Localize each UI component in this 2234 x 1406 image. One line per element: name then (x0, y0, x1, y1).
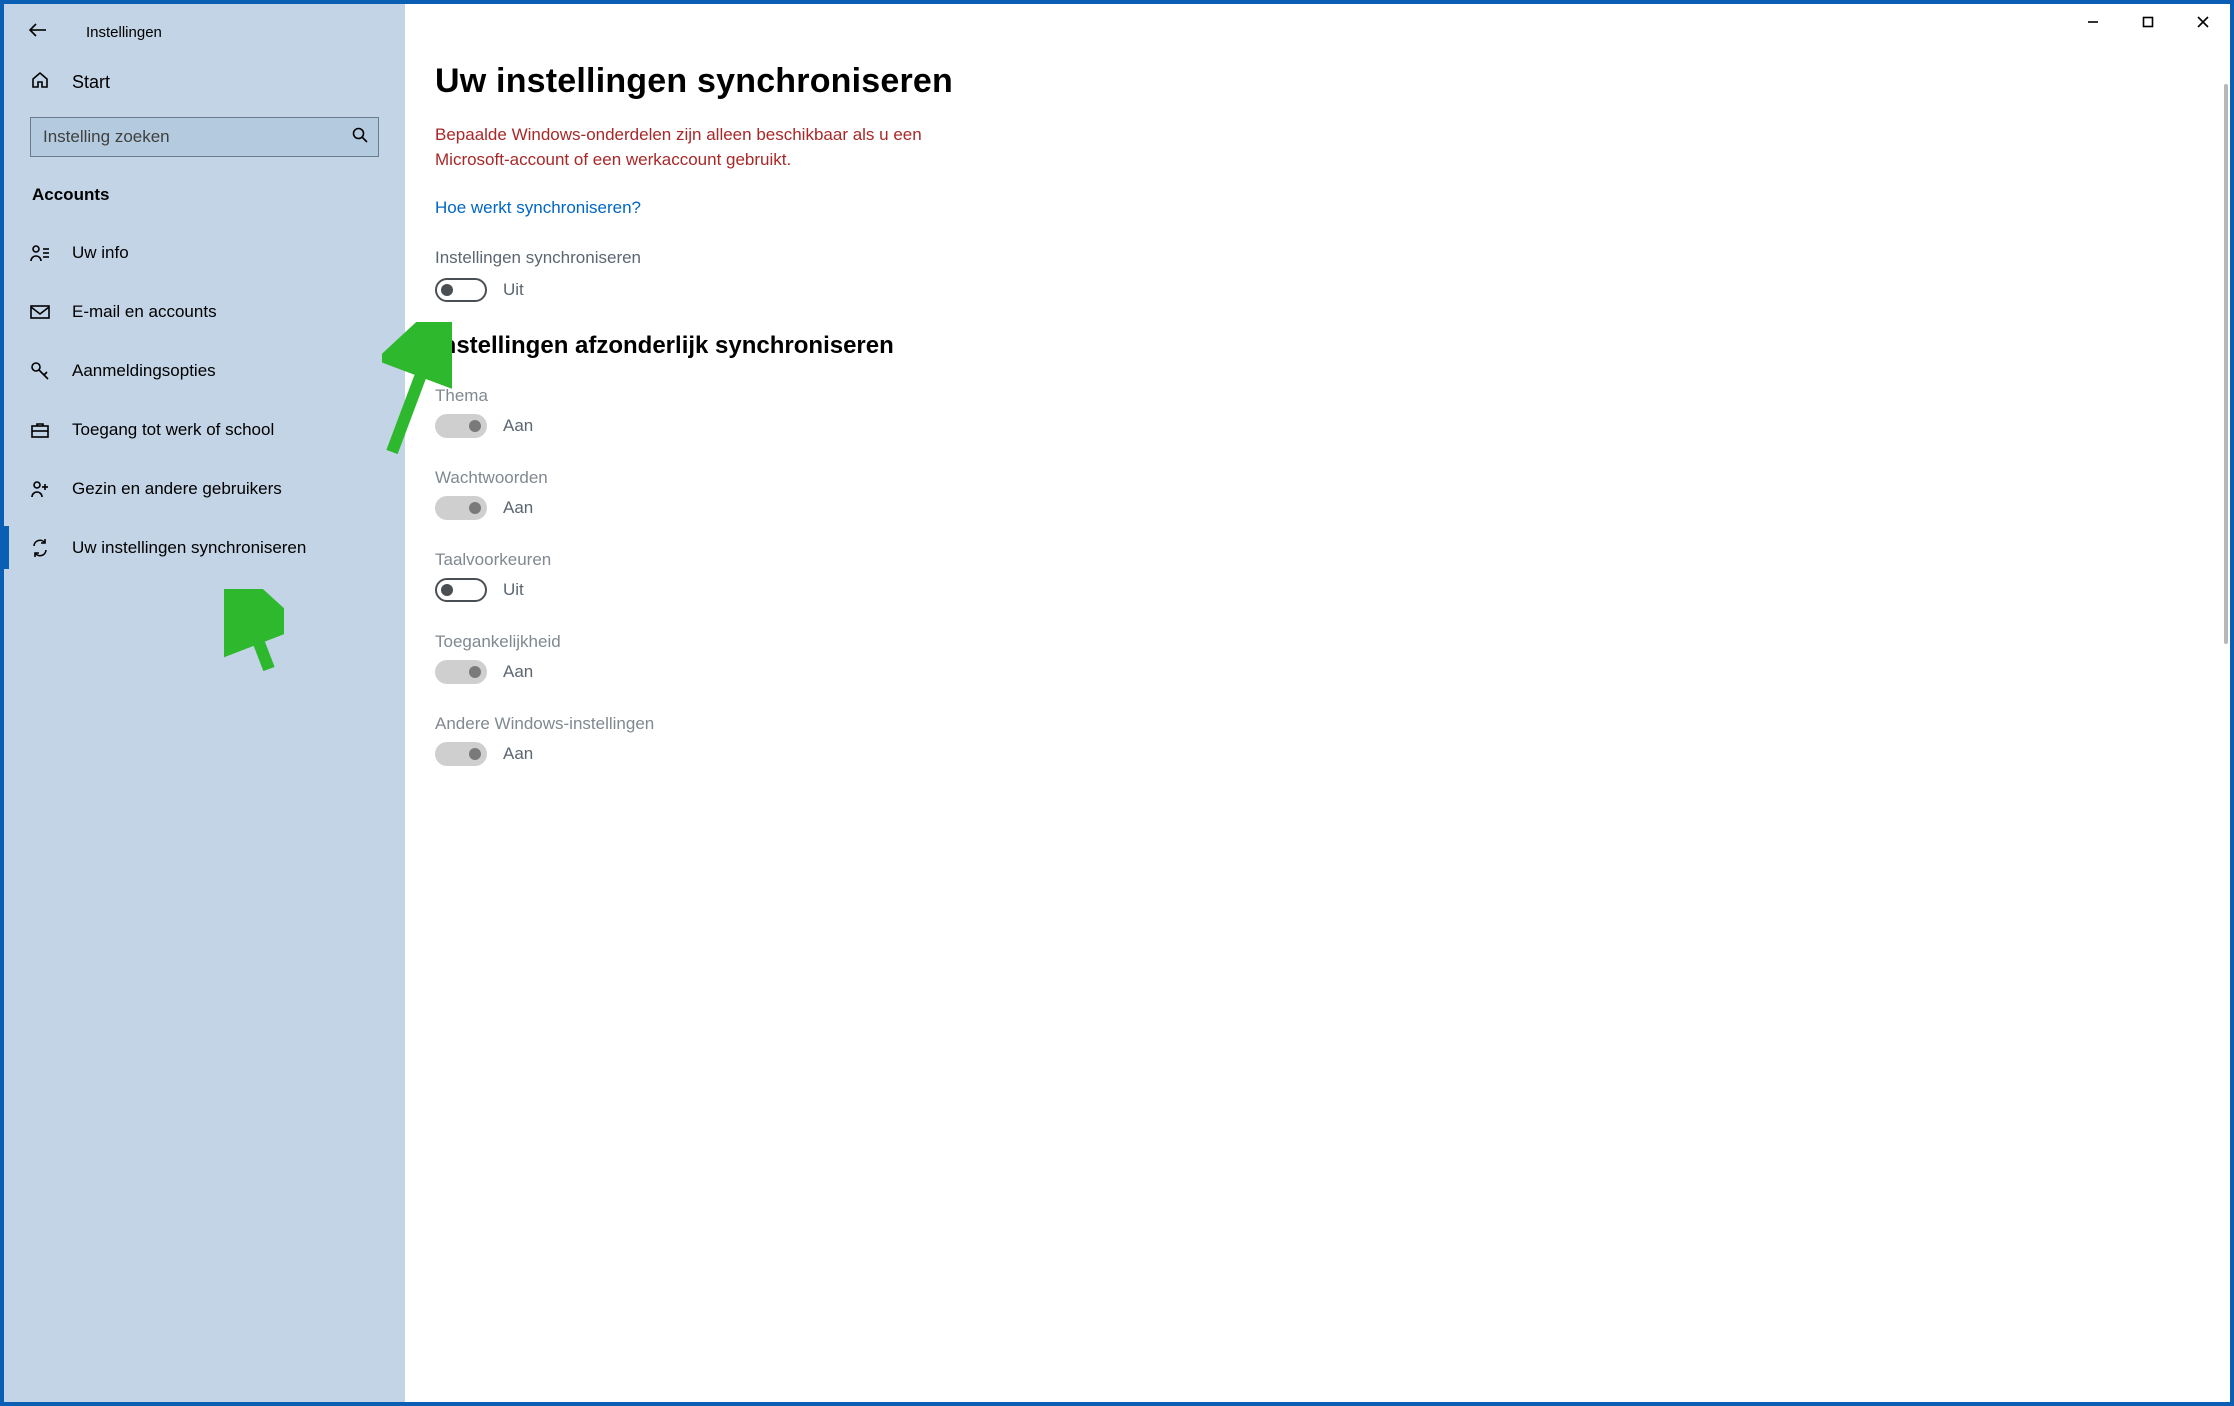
toggle-state: Aan (503, 498, 533, 518)
arrow-left-icon (28, 22, 48, 38)
minimize-icon (2087, 16, 2099, 28)
account-warning: Bepaalde Windows-onderdelen zijn alleen … (435, 123, 955, 172)
setting-label: Wachtwoorden (435, 468, 2230, 488)
setting-accessibility: Toegankelijkheid Aan (435, 632, 2230, 684)
sidebar-item-family-users[interactable]: Gezin en andere gebruikers (4, 459, 405, 518)
sidebar-item-signin-options[interactable]: Aanmeldingsopties (4, 341, 405, 400)
setting-language: Taalvoorkeuren Uit (435, 550, 2230, 602)
search-box[interactable] (30, 117, 379, 157)
sidebar-item-your-info[interactable]: Uw info (4, 223, 405, 282)
setting-label: Andere Windows-instellingen (435, 714, 2230, 734)
sidebar-item-label: Gezin en andere gebruikers (72, 479, 282, 499)
settings-window: Instellingen Start Accounts Uw info (4, 4, 2230, 1402)
toggle-state: Aan (503, 744, 533, 764)
sidebar-item-label: Uw instellingen synchroniseren (72, 538, 306, 558)
back-button[interactable] (28, 22, 60, 43)
people-icon (30, 480, 50, 498)
passwords-toggle[interactable] (435, 496, 487, 520)
individual-settings-heading: Instellingen afzonderlijk synchroniseren (435, 332, 2230, 360)
master-toggle-row: Uit (435, 278, 2230, 302)
sidebar-item-label: Aanmeldingsopties (72, 361, 216, 381)
setting-passwords: Wachtwoorden Aan (435, 468, 2230, 520)
setting-label: Thema (435, 386, 2230, 406)
language-toggle[interactable] (435, 578, 487, 602)
theme-toggle[interactable] (435, 414, 487, 438)
master-toggle-label: Instellingen synchroniseren (435, 248, 2230, 268)
home-label: Start (72, 72, 110, 93)
sidebar-item-label: Toegang tot werk of school (72, 420, 274, 440)
home-button[interactable]: Start (4, 52, 405, 113)
sidebar-item-email-accounts[interactable]: E-mail en accounts (4, 282, 405, 341)
setting-other-windows: Andere Windows-instellingen Aan (435, 714, 2230, 766)
sidebar-item-label: Uw info (72, 243, 129, 263)
content-pane: Uw instellingen synchroniseren Bepaalde … (405, 4, 2230, 1402)
close-button[interactable] (2175, 4, 2230, 40)
briefcase-icon (30, 421, 50, 439)
help-link[interactable]: Hoe werkt synchroniseren? (435, 198, 641, 218)
window-controls (2065, 4, 2230, 40)
sidebar-item-work-school[interactable]: Toegang tot werk of school (4, 400, 405, 459)
sidebar-item-sync-settings[interactable]: Uw instellingen synchroniseren (4, 518, 405, 577)
scrollbar[interactable] (2224, 84, 2228, 644)
close-icon (2197, 16, 2209, 28)
setting-label: Taalvoorkeuren (435, 550, 2230, 570)
sync-icon (30, 538, 50, 558)
master-toggle-state: Uit (503, 280, 524, 300)
sidebar: Instellingen Start Accounts Uw info (4, 4, 405, 1402)
sidebar-header: Instellingen (4, 12, 405, 52)
toggle-state: Aan (503, 416, 533, 436)
toggle-state: Uit (503, 580, 524, 600)
setting-label: Toegankelijkheid (435, 632, 2230, 652)
page-title: Uw instellingen synchroniseren (435, 62, 2230, 101)
search-input[interactable] (43, 127, 352, 147)
search-icon (352, 127, 368, 148)
toggle-state: Aan (503, 662, 533, 682)
sidebar-section-label: Accounts (4, 157, 405, 223)
mail-icon (30, 304, 50, 320)
home-icon (30, 70, 50, 95)
maximize-icon (2142, 16, 2154, 28)
master-sync-toggle[interactable] (435, 278, 487, 302)
minimize-button[interactable] (2065, 4, 2120, 40)
person-icon (30, 244, 50, 262)
other-windows-toggle[interactable] (435, 742, 487, 766)
sidebar-item-label: E-mail en accounts (72, 302, 217, 322)
setting-theme: Thema Aan (435, 386, 2230, 438)
app-title: Instellingen (86, 24, 162, 41)
key-icon (30, 361, 50, 381)
maximize-button[interactable] (2120, 4, 2175, 40)
accessibility-toggle[interactable] (435, 660, 487, 684)
